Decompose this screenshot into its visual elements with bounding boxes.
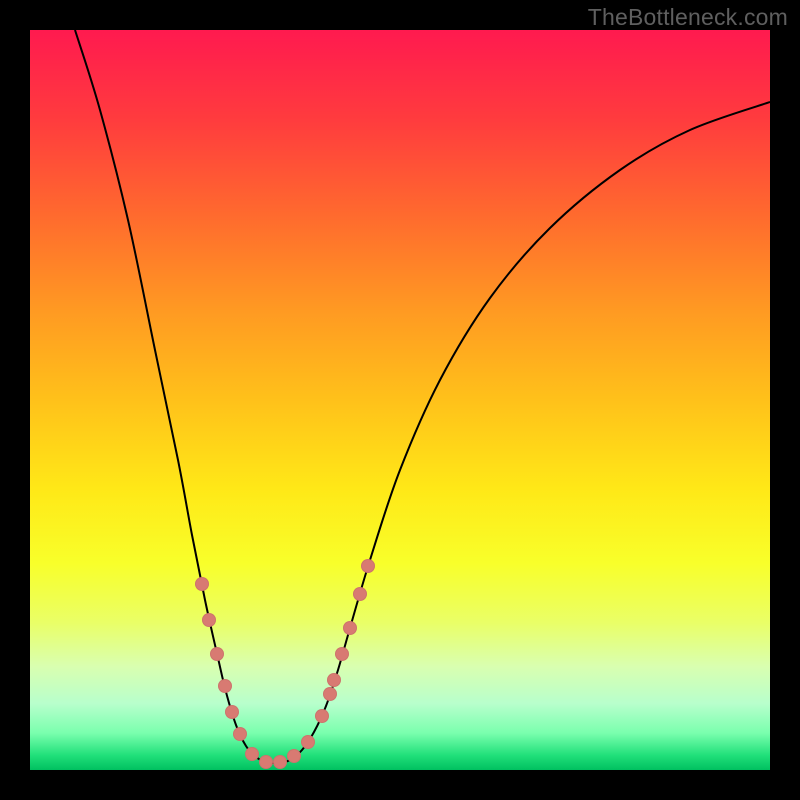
data-marker	[210, 647, 224, 661]
watermark-text: TheBottleneck.com	[588, 4, 788, 31]
data-marker	[259, 755, 273, 769]
data-marker	[361, 559, 375, 573]
chart-frame: TheBottleneck.com	[0, 0, 800, 800]
data-marker	[301, 735, 315, 749]
data-marker	[323, 687, 337, 701]
data-marker	[195, 577, 209, 591]
data-marker	[218, 679, 232, 693]
data-marker	[245, 747, 259, 761]
data-marker	[353, 587, 367, 601]
data-marker	[343, 621, 357, 635]
data-marker	[327, 673, 341, 687]
data-marker	[225, 705, 239, 719]
marker-layer	[30, 30, 770, 770]
data-marker	[335, 647, 349, 661]
data-marker	[233, 727, 247, 741]
data-marker	[273, 755, 287, 769]
data-marker	[287, 749, 301, 763]
plot-area	[30, 30, 770, 770]
data-marker	[202, 613, 216, 627]
data-marker	[315, 709, 329, 723]
